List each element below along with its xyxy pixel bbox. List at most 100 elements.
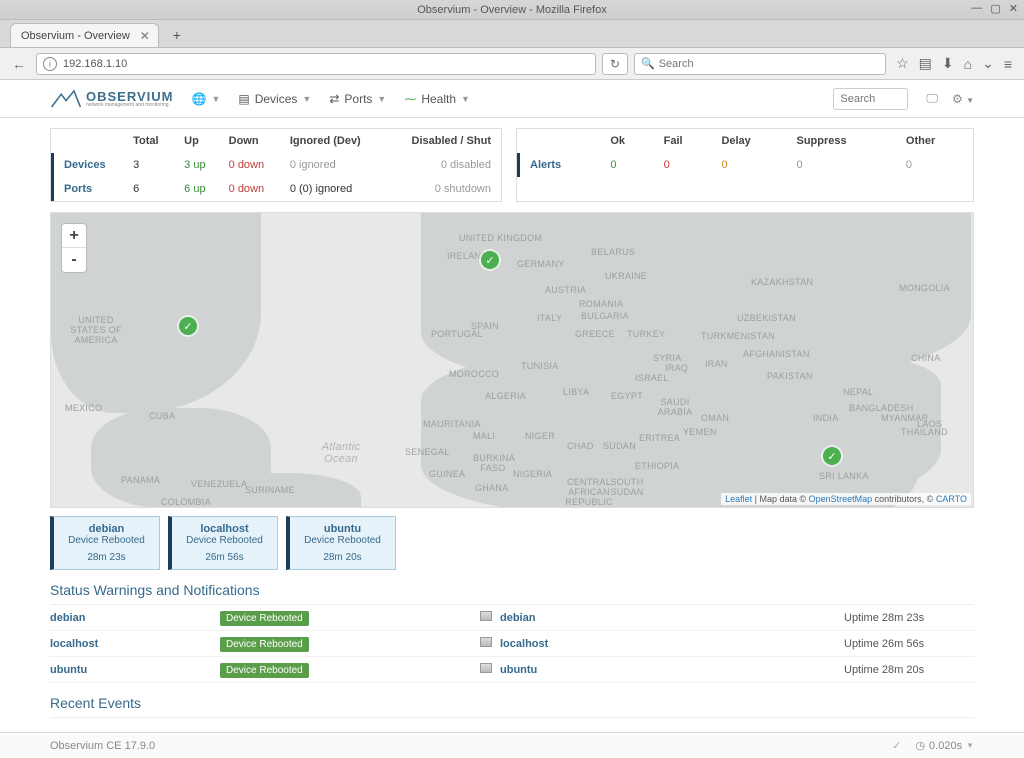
search-icon: 🔍: [641, 57, 655, 70]
tab-title: Observium - Overview: [21, 30, 130, 42]
status-row-device: debian: [500, 612, 844, 624]
ports-icon: ⇄: [329, 92, 339, 106]
map-label: YEMEN: [683, 427, 717, 437]
browser-tab[interactable]: Observium - Overview ✕: [10, 23, 159, 47]
maximize-button[interactable]: ▢: [990, 2, 1000, 15]
map-label: SUDAN: [603, 441, 636, 451]
minimize-button[interactable]: —: [971, 2, 982, 15]
url-input[interactable]: i 192.168.1.10: [36, 53, 596, 75]
main-content: Total Up Down Ignored (Dev) Disabled / S…: [0, 118, 1024, 728]
dashboard-icon[interactable]: 🖵: [926, 91, 938, 106]
cell-ignored: 0 (0) ignored: [282, 177, 385, 201]
map-label: ERITREA: [639, 433, 680, 443]
reboot-card-msg: Device Rebooted: [304, 535, 381, 546]
map-label: INDIA: [813, 413, 839, 423]
map-label: MEXICO: [65, 403, 102, 413]
nav-ports-label: Ports: [344, 92, 372, 106]
nav-devices[interactable]: ▤ Devices ▼: [238, 92, 311, 106]
map-label: ALGERIA: [485, 391, 526, 401]
nav-health[interactable]: ⁓ Health ▼: [404, 92, 470, 106]
map-label: TURKEY: [627, 329, 665, 339]
device-icon: [480, 663, 492, 673]
map-label: UNITED STATES OF AMERICA: [61, 315, 131, 345]
osm-link[interactable]: OpenStreetMap: [809, 494, 873, 504]
map-marker[interactable]: ✓: [823, 447, 841, 465]
cell-fail: 0: [656, 153, 714, 177]
browser-toolbar-icons: ☆ ▤ ⬇ ⌂ ⌄ ≡: [892, 55, 1016, 72]
map-label: GUINEA: [429, 469, 465, 479]
map-label: ETHIOPIA: [635, 461, 679, 471]
browser-search[interactable]: 🔍: [634, 53, 886, 75]
reboot-card-name: ubuntu: [324, 523, 361, 535]
map-label: UNITED KINGDOM: [459, 233, 542, 243]
map-label: EGYPT: [611, 391, 643, 401]
url-bar: ← i 192.168.1.10 ↻ 🔍 ☆ ▤ ⬇ ⌂ ⌄ ≡: [0, 48, 1024, 80]
summary-row-ports[interactable]: Ports 6 6 up 0 down 0 (0) ignored 0 shut…: [53, 177, 502, 201]
map-label: SYRIA: [653, 353, 682, 363]
reboot-card[interactable]: localhost Device Rebooted 26m 56s: [168, 516, 278, 570]
map-label: CHAD: [567, 441, 594, 451]
row-label: Ports: [53, 177, 126, 201]
footer-version: Observium CE 17.9.0: [50, 740, 155, 752]
menu-icon[interactable]: ≡: [1004, 56, 1012, 72]
info-icon[interactable]: i: [43, 57, 57, 71]
zoom-out-button[interactable]: -: [62, 248, 86, 272]
map-label: PANAMA: [121, 475, 160, 485]
chevron-down-icon: ▼: [377, 94, 386, 104]
star-icon[interactable]: ☆: [896, 55, 909, 72]
chevron-down-icon[interactable]: ▼: [966, 741, 974, 750]
map-label: CENTRAL AFRICAN REPUBLIC: [563, 477, 615, 507]
status-row[interactable]: ubuntu Device Rebooted ubuntu Uptime 28m…: [50, 657, 974, 683]
leaflet-link[interactable]: Leaflet: [725, 494, 752, 504]
logo-subtitle: network management and monitoring: [86, 103, 174, 108]
status-row[interactable]: localhost Device Rebooted localhost Upti…: [50, 631, 974, 657]
cell-other: 0: [898, 153, 973, 177]
close-tab-icon[interactable]: ✕: [140, 29, 150, 43]
device-icon: [480, 611, 492, 621]
browser-search-input[interactable]: [659, 58, 879, 70]
window-controls: — ▢ ✕: [971, 2, 1018, 15]
observium-logo[interactable]: OBSERVIUM network management and monitor…: [50, 89, 174, 109]
map-marker[interactable]: ✓: [179, 317, 197, 335]
pocket-icon[interactable]: ⌄: [982, 55, 994, 72]
carto-link[interactable]: CARTO: [936, 494, 967, 504]
zoom-in-button[interactable]: +: [62, 224, 86, 248]
reboot-card[interactable]: debian Device Rebooted 28m 23s: [50, 516, 160, 570]
map-label: BURKINA FASO: [473, 453, 513, 473]
window-title: Observium - Overview - Mozilla Firefox: [417, 4, 606, 16]
library-icon[interactable]: ▤: [919, 55, 932, 72]
cell-ignored: 0 ignored: [282, 153, 385, 177]
close-window-button[interactable]: ✕: [1009, 2, 1018, 15]
download-icon[interactable]: ⬇: [942, 55, 954, 72]
nav-devices-label: Devices: [255, 92, 298, 106]
reboot-card[interactable]: ubuntu Device Rebooted 28m 20s: [286, 516, 396, 570]
map-label: MONGOLIA: [899, 283, 950, 293]
summary-col-total: Total: [125, 129, 176, 153]
status-row-uptime: Uptime 28m 20s: [844, 664, 974, 676]
map-marker[interactable]: ✓: [481, 251, 499, 269]
nav-globe[interactable]: 🌐 ▼: [192, 92, 221, 106]
reboot-card-time: 28m 20s: [323, 552, 361, 563]
cell-down: 0 down: [221, 153, 282, 177]
check-icon: ✓: [892, 739, 901, 752]
map-attribution: Leaflet | Map data © OpenStreetMap contr…: [721, 493, 971, 505]
home-icon[interactable]: ⌂: [964, 56, 972, 72]
reload-button[interactable]: ↻: [602, 53, 628, 75]
reboot-card-time: 26m 56s: [205, 552, 243, 563]
new-tab-button[interactable]: +: [165, 23, 189, 47]
gear-icon[interactable]: ⚙ ▼: [952, 92, 974, 106]
back-button[interactable]: ←: [8, 53, 30, 75]
cell-ok: 0: [602, 153, 655, 177]
status-badge: Device Rebooted: [220, 663, 309, 678]
map-label: LIBYA: [563, 387, 589, 397]
status-row-name: localhost: [50, 638, 220, 650]
summary-col-disabled: Disabled / Shut: [385, 129, 501, 153]
status-row-device: localhost: [500, 638, 844, 650]
status-row[interactable]: debian Device Rebooted debian Uptime 28m…: [50, 605, 974, 631]
summary-row-devices[interactable]: Devices 3 3 up 0 down 0 ignored 0 disabl…: [53, 153, 502, 177]
nav-ports[interactable]: ⇄ Ports ▼: [329, 92, 386, 106]
recent-events-header: Recent Events: [50, 683, 974, 718]
map-panel[interactable]: + - UNITED KINGDOM IRELAND GERMANY BELAR…: [50, 212, 974, 508]
app-search-input[interactable]: [833, 88, 908, 110]
alerts-row[interactable]: Alerts 0 0 0 0 0: [519, 153, 974, 177]
